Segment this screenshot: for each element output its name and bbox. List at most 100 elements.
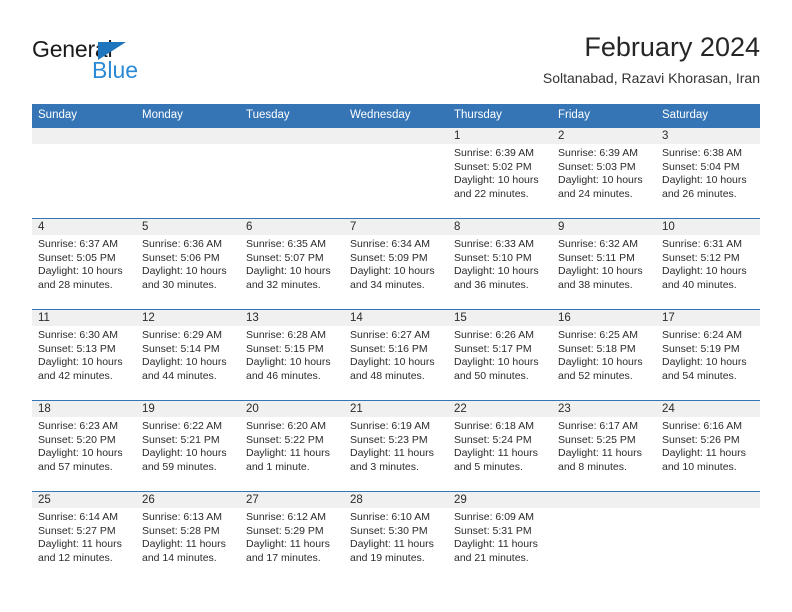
sunset-time: Sunset: 5:04 PM	[662, 160, 740, 173]
day-cell[interactable]: 26 Sunrise: 6:13 AM Sunset: 5:28 PM Dayligh…	[136, 492, 240, 582]
day-cell[interactable]: 13 Sunrise: 6:28 AM Sunset: 5:15 PM Dayligh…	[240, 310, 344, 400]
daylight-duration-line1: Daylight: 11 hours	[38, 538, 122, 551]
day-cell[interactable]: 11 Sunrise: 6:30 AM Sunset: 5:13 PM Dayligh…	[32, 310, 136, 400]
daylight-duration-line1: Daylight: 10 hours	[558, 356, 643, 369]
sunset-time: Sunset: 5:02 PM	[454, 160, 532, 173]
daylight-duration-line2: and 34 minutes.	[350, 278, 425, 291]
day-cell[interactable]: 25 Sunrise: 6:14 AM Sunset: 5:27 PM Dayligh…	[32, 492, 136, 582]
sunrise-time: Sunrise: 6:39 AM	[454, 147, 534, 159]
sunrise-time: Sunrise: 6:26 AM	[454, 329, 534, 341]
daylight-duration-line1: Daylight: 10 hours	[142, 447, 227, 460]
sunset-time: Sunset: 5:12 PM	[662, 251, 740, 264]
daylight-duration-line1: Daylight: 10 hours	[662, 265, 747, 278]
day-sun-info: Sunrise: 6:28 AM Sunset: 5:15 PM Daylight:…	[240, 326, 344, 383]
sunset-time: Sunset: 5:07 PM	[246, 251, 324, 264]
day-cell[interactable]: 4 Sunrise: 6:37 AM Sunset: 5:05 PM Daylight…	[32, 219, 136, 309]
day-sun-info	[656, 508, 760, 511]
day-cell[interactable]: 6 Sunrise: 6:35 AM Sunset: 5:07 PM Daylight…	[240, 219, 344, 309]
daylight-duration-line2: and 59 minutes.	[142, 460, 217, 473]
sunset-time: Sunset: 5:23 PM	[350, 433, 428, 446]
day-cell[interactable]: 17 Sunrise: 6:24 AM Sunset: 5:19 PM Dayligh…	[656, 310, 760, 400]
day-sun-info: Sunrise: 6:33 AM Sunset: 5:10 PM Daylight:…	[448, 235, 552, 292]
day-cell-empty	[552, 492, 656, 582]
daylight-duration-line2: and 22 minutes.	[454, 187, 529, 200]
daylight-duration-line1: Daylight: 10 hours	[350, 265, 435, 278]
day-cell[interactable]: 10 Sunrise: 6:31 AM Sunset: 5:12 PM Dayligh…	[656, 219, 760, 309]
sunrise-time: Sunrise: 6:12 AM	[246, 511, 326, 523]
sunset-time: Sunset: 5:15 PM	[246, 342, 324, 355]
daylight-duration-line1: Daylight: 11 hours	[662, 447, 746, 460]
day-number: 12	[136, 310, 240, 326]
day-sun-info: Sunrise: 6:35 AM Sunset: 5:07 PM Daylight:…	[240, 235, 344, 292]
daylight-duration-line2: and 14 minutes.	[142, 551, 217, 564]
sunrise-time: Sunrise: 6:20 AM	[246, 420, 326, 432]
day-cell[interactable]: 2 Sunrise: 6:39 AM Sunset: 5:03 PM Daylight…	[552, 128, 656, 218]
day-cell[interactable]: 9 Sunrise: 6:32 AM Sunset: 5:11 PM Daylight…	[552, 219, 656, 309]
day-number: 15	[448, 310, 552, 326]
sunrise-time: Sunrise: 6:36 AM	[142, 238, 222, 250]
day-number: 16	[552, 310, 656, 326]
day-sun-info	[240, 144, 344, 147]
sunset-time: Sunset: 5:20 PM	[38, 433, 116, 446]
day-cell[interactable]: 24 Sunrise: 6:16 AM Sunset: 5:26 PM Dayligh…	[656, 401, 760, 491]
day-cell[interactable]: 3 Sunrise: 6:38 AM Sunset: 5:04 PM Daylight…	[656, 128, 760, 218]
sunrise-time: Sunrise: 6:30 AM	[38, 329, 118, 341]
day-cell[interactable]: 23 Sunrise: 6:17 AM Sunset: 5:25 PM Dayligh…	[552, 401, 656, 491]
day-sun-info: Sunrise: 6:10 AM Sunset: 5:30 PM Daylight:…	[344, 508, 448, 565]
day-cell[interactable]: 1 Sunrise: 6:39 AM Sunset: 5:02 PM Daylight…	[448, 128, 552, 218]
daylight-duration-line2: and 38 minutes.	[558, 278, 633, 291]
day-cell[interactable]: 27 Sunrise: 6:12 AM Sunset: 5:29 PM Dayligh…	[240, 492, 344, 582]
daylight-duration-line2: and 57 minutes.	[38, 460, 113, 473]
day-cell[interactable]: 7 Sunrise: 6:34 AM Sunset: 5:09 PM Daylight…	[344, 219, 448, 309]
day-number: 28	[344, 492, 448, 508]
sunrise-time: Sunrise: 6:37 AM	[38, 238, 118, 250]
day-cell[interactable]: 28 Sunrise: 6:10 AM Sunset: 5:30 PM Dayligh…	[344, 492, 448, 582]
day-sun-info	[136, 144, 240, 147]
day-number	[32, 128, 136, 144]
day-cell-empty	[656, 492, 760, 582]
day-cell[interactable]: 12 Sunrise: 6:29 AM Sunset: 5:14 PM Dayligh…	[136, 310, 240, 400]
sunset-time: Sunset: 5:06 PM	[142, 251, 220, 264]
day-cell[interactable]: 19 Sunrise: 6:22 AM Sunset: 5:21 PM Dayligh…	[136, 401, 240, 491]
day-sun-info: Sunrise: 6:09 AM Sunset: 5:31 PM Daylight:…	[448, 508, 552, 565]
daylight-duration-line1: Daylight: 11 hours	[246, 538, 330, 551]
sunset-time: Sunset: 5:03 PM	[558, 160, 636, 173]
day-number: 7	[344, 219, 448, 235]
sunset-time: Sunset: 5:21 PM	[142, 433, 220, 446]
day-sun-info: Sunrise: 6:27 AM Sunset: 5:16 PM Daylight:…	[344, 326, 448, 383]
day-sun-info: Sunrise: 6:22 AM Sunset: 5:21 PM Daylight:…	[136, 417, 240, 474]
day-cell[interactable]: 5 Sunrise: 6:36 AM Sunset: 5:06 PM Daylight…	[136, 219, 240, 309]
day-cell[interactable]: 15 Sunrise: 6:26 AM Sunset: 5:17 PM Dayligh…	[448, 310, 552, 400]
day-cell[interactable]: 8 Sunrise: 6:33 AM Sunset: 5:10 PM Daylight…	[448, 219, 552, 309]
daylight-duration-line2: and 54 minutes.	[662, 369, 737, 382]
sunset-time: Sunset: 5:13 PM	[38, 342, 116, 355]
title-block: February 2024 Soltanabad, Razavi Khorasa…	[543, 30, 760, 89]
weekday-header-friday: Friday	[558, 109, 590, 121]
daylight-duration-line1: Daylight: 10 hours	[38, 447, 123, 460]
sunset-time: Sunset: 5:28 PM	[142, 524, 220, 537]
daylight-duration-line1: Daylight: 11 hours	[246, 447, 330, 460]
sunset-time: Sunset: 5:22 PM	[246, 433, 324, 446]
daylight-duration-line2: and 5 minutes.	[454, 460, 523, 473]
daylight-duration-line2: and 32 minutes.	[246, 278, 321, 291]
day-number: 25	[32, 492, 136, 508]
daylight-duration-line1: Daylight: 11 hours	[558, 447, 642, 460]
sunrise-time: Sunrise: 6:19 AM	[350, 420, 430, 432]
weeks-container: 1 Sunrise: 6:39 AM Sunset: 5:02 PM Daylight…	[32, 128, 760, 582]
brand-logo[interactable]: General Blue	[32, 36, 232, 92]
day-cell[interactable]: 21 Sunrise: 6:19 AM Sunset: 5:23 PM Dayligh…	[344, 401, 448, 491]
day-sun-info: Sunrise: 6:39 AM Sunset: 5:03 PM Daylight:…	[552, 144, 656, 201]
day-number: 22	[448, 401, 552, 417]
day-cell[interactable]: 14 Sunrise: 6:27 AM Sunset: 5:16 PM Dayligh…	[344, 310, 448, 400]
sunrise-time: Sunrise: 6:28 AM	[246, 329, 326, 341]
day-sun-info: Sunrise: 6:12 AM Sunset: 5:29 PM Daylight:…	[240, 508, 344, 565]
day-cell[interactable]: 20 Sunrise: 6:20 AM Sunset: 5:22 PM Dayligh…	[240, 401, 344, 491]
day-cell[interactable]: 22 Sunrise: 6:18 AM Sunset: 5:24 PM Dayligh…	[448, 401, 552, 491]
daylight-duration-line2: and 42 minutes.	[38, 369, 113, 382]
day-cell[interactable]: 16 Sunrise: 6:25 AM Sunset: 5:18 PM Dayligh…	[552, 310, 656, 400]
sunset-time: Sunset: 5:30 PM	[350, 524, 428, 537]
sunset-time: Sunset: 5:31 PM	[454, 524, 532, 537]
daylight-duration-line1: Daylight: 10 hours	[38, 265, 123, 278]
day-cell[interactable]: 18 Sunrise: 6:23 AM Sunset: 5:20 PM Dayligh…	[32, 401, 136, 491]
day-cell[interactable]: 29 Sunrise: 6:09 AM Sunset: 5:31 PM Dayligh…	[448, 492, 552, 582]
